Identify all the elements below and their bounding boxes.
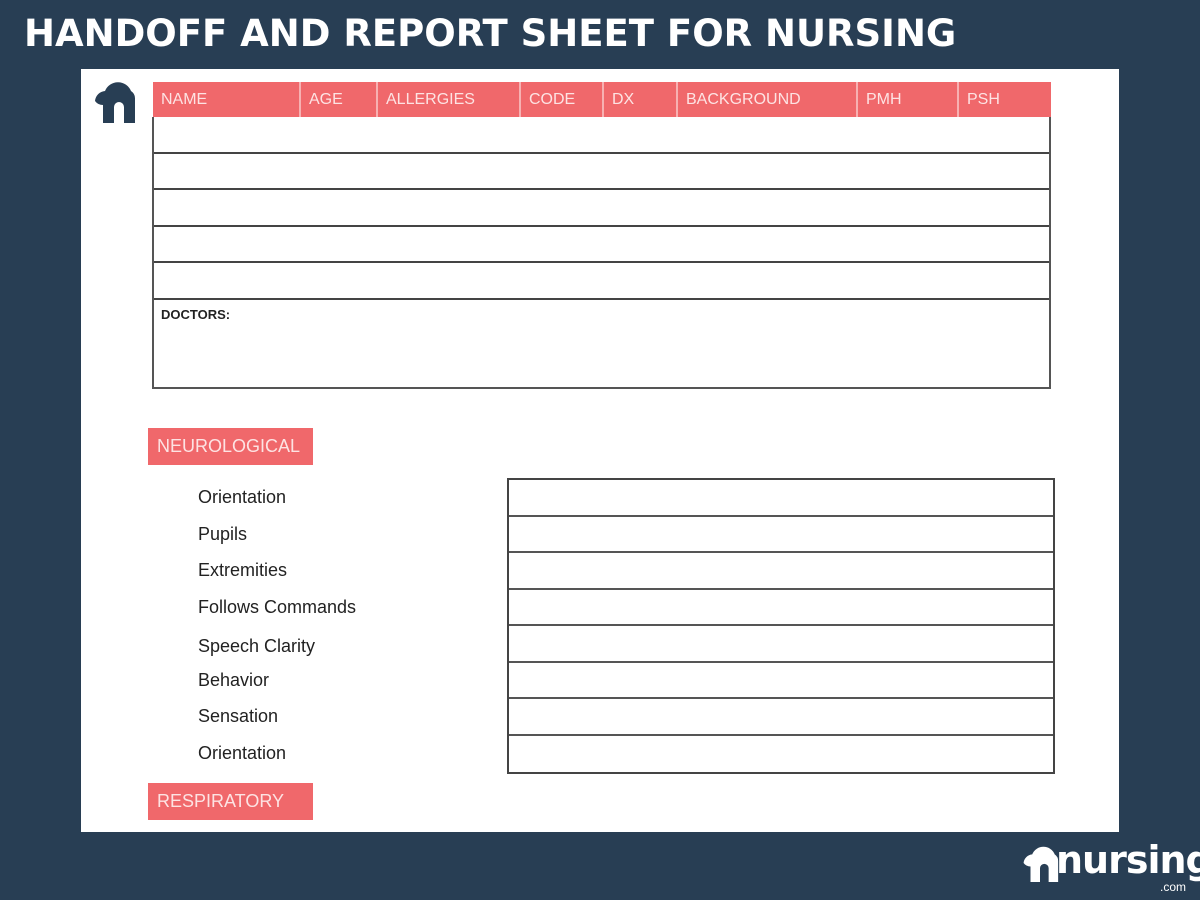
neuro-label-pupils: Pupils (198, 523, 248, 544)
column-header-pmh: PMH (858, 82, 959, 117)
doctors-label: DOCTORS: (161, 306, 231, 322)
neuro-label-speech-clarity: Speech Clarity (198, 636, 316, 656)
section-header-respiratory: RESPIRATORY (148, 783, 313, 820)
section-header-neurological: NEUROLOGICAL (148, 428, 313, 465)
doctors-field[interactable]: DOCTORS: (154, 300, 1049, 387)
neuro-entry-speech-clarity[interactable] (509, 626, 1053, 663)
patient-row[interactable] (154, 227, 1049, 263)
nursing-logo-icon (95, 82, 136, 123)
neuro-label-follows-commands: Follows Commands (198, 596, 357, 617)
patient-row[interactable] (154, 190, 1049, 227)
column-header-name: NAME (153, 82, 301, 117)
patient-row[interactable] (154, 154, 1049, 190)
brand-logo: nursing .com (1020, 838, 1200, 896)
neuro-label-sensation: Sensation (198, 706, 279, 726)
neuro-label-orientation-2: Orientation (198, 742, 287, 763)
column-header-psh: PSH (959, 82, 1051, 117)
column-header-code: CODE (521, 82, 604, 117)
column-header-background: BACKGROUND (678, 82, 858, 117)
patient-table-header: NAME AGE ALLERGIES CODE DX BACKGROUND PM… (153, 82, 1051, 117)
patient-table: DOCTORS: (152, 117, 1051, 389)
patient-row[interactable] (154, 117, 1049, 154)
patient-row[interactable] (154, 263, 1049, 300)
neuro-label-behavior: Behavior (198, 669, 270, 690)
neurological-labels: Orientation Pupils Extremities Follows C… (198, 485, 356, 777)
brand-name: nursing (1056, 838, 1200, 882)
report-sheet: NAME AGE ALLERGIES CODE DX BACKGROUND PM… (81, 69, 1119, 832)
neuro-entry-pupils[interactable] (509, 517, 1053, 553)
neurological-entry-table (507, 478, 1055, 774)
neuro-label-orientation: Orientation (198, 487, 287, 507)
column-header-age: AGE (301, 82, 378, 117)
brand-suffix: .com (1159, 880, 1186, 894)
neuro-entry-follows-commands[interactable] (509, 590, 1053, 626)
column-header-dx: DX (604, 82, 678, 117)
column-header-allergies: ALLERGIES (378, 82, 521, 117)
page-title: HANDOFF AND REPORT SHEET FOR NURSING (24, 12, 957, 55)
neuro-label-extremities: Extremities (198, 560, 288, 580)
neuro-entry-behavior[interactable] (509, 663, 1053, 699)
neuro-entry-extremities[interactable] (509, 553, 1053, 590)
neuro-entry-orientation[interactable] (509, 480, 1053, 517)
nursing-cloud-icon (1023, 846, 1059, 882)
neuro-entry-sensation[interactable] (509, 699, 1053, 736)
neuro-entry-orientation-2[interactable] (509, 736, 1053, 773)
